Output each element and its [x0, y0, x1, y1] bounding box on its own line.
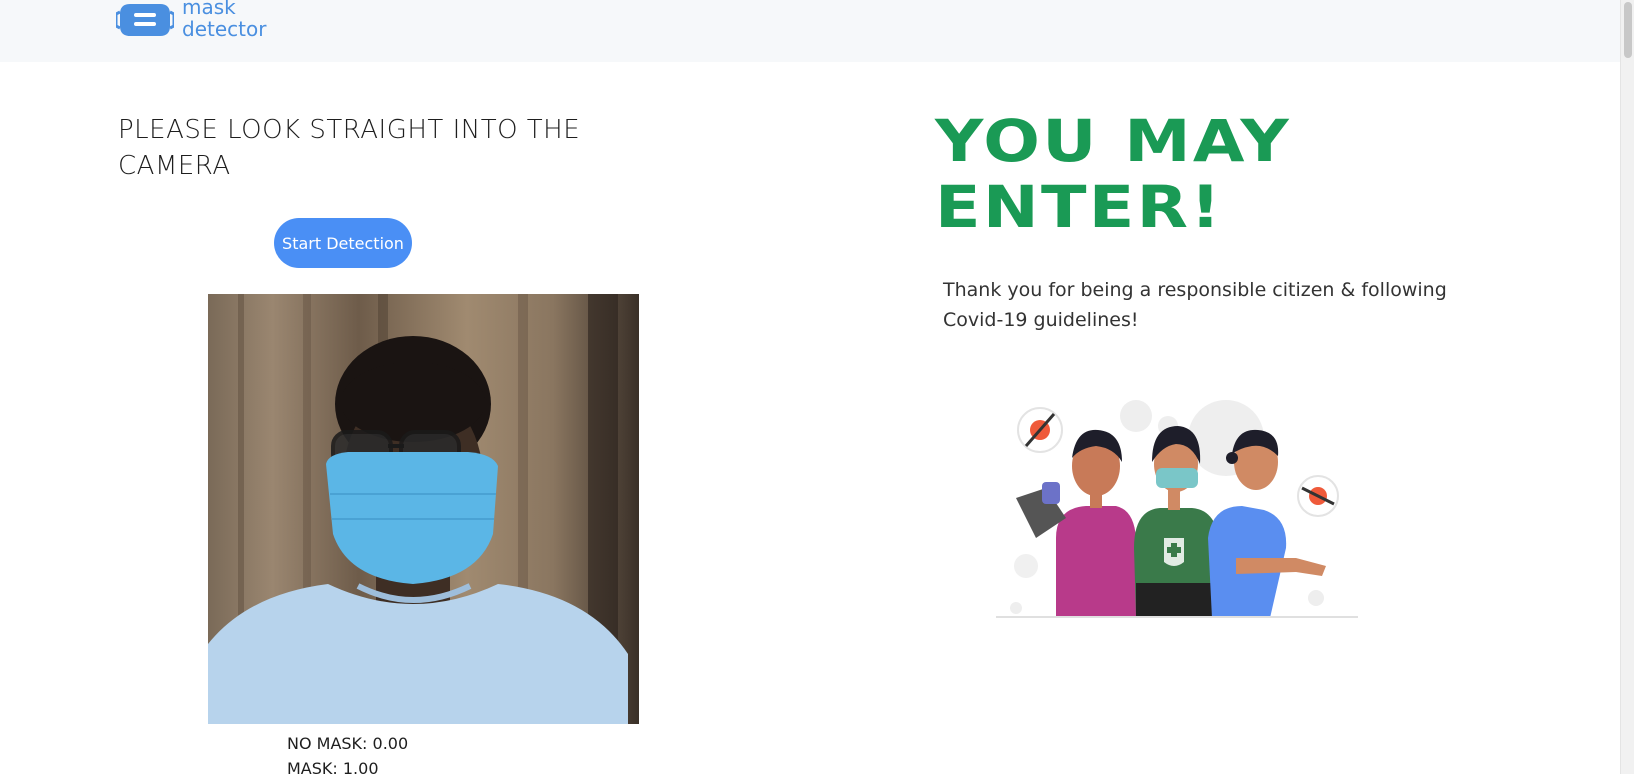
start-detection-button[interactable]: Start Detection: [274, 218, 412, 268]
headline-line-2: ENTER!: [935, 173, 1224, 241]
navbar: mask detector: [0, 0, 1634, 62]
vertical-scrollbar[interactable]: [1620, 0, 1634, 774]
logo-line-2: detector: [182, 17, 267, 41]
mask-score: MASK: 1.00: [287, 759, 379, 774]
logo-text: mask detector: [182, 0, 266, 40]
logo-line-1: mask: [182, 0, 236, 19]
thank-you-message: Thank you for being a responsible citize…: [943, 279, 1447, 331]
scrollbar-thumb[interactable]: [1624, 2, 1632, 58]
logo[interactable]: mask detector: [116, 0, 266, 40]
result-headline: YOU MAY ENTER!: [935, 108, 1291, 240]
people-wearing-masks-illustration: [996, 400, 1358, 618]
instruction-heading: PLEASE LOOK STRAIGHT INTO THE CAMERA: [118, 115, 581, 181]
no-mask-score: NO MASK: 0.00: [287, 734, 409, 753]
camera-frame-image: [208, 294, 639, 724]
mask-icon: [116, 4, 174, 36]
camera-feed: [208, 294, 639, 724]
headline-line-1: YOU MAY: [935, 107, 1292, 175]
